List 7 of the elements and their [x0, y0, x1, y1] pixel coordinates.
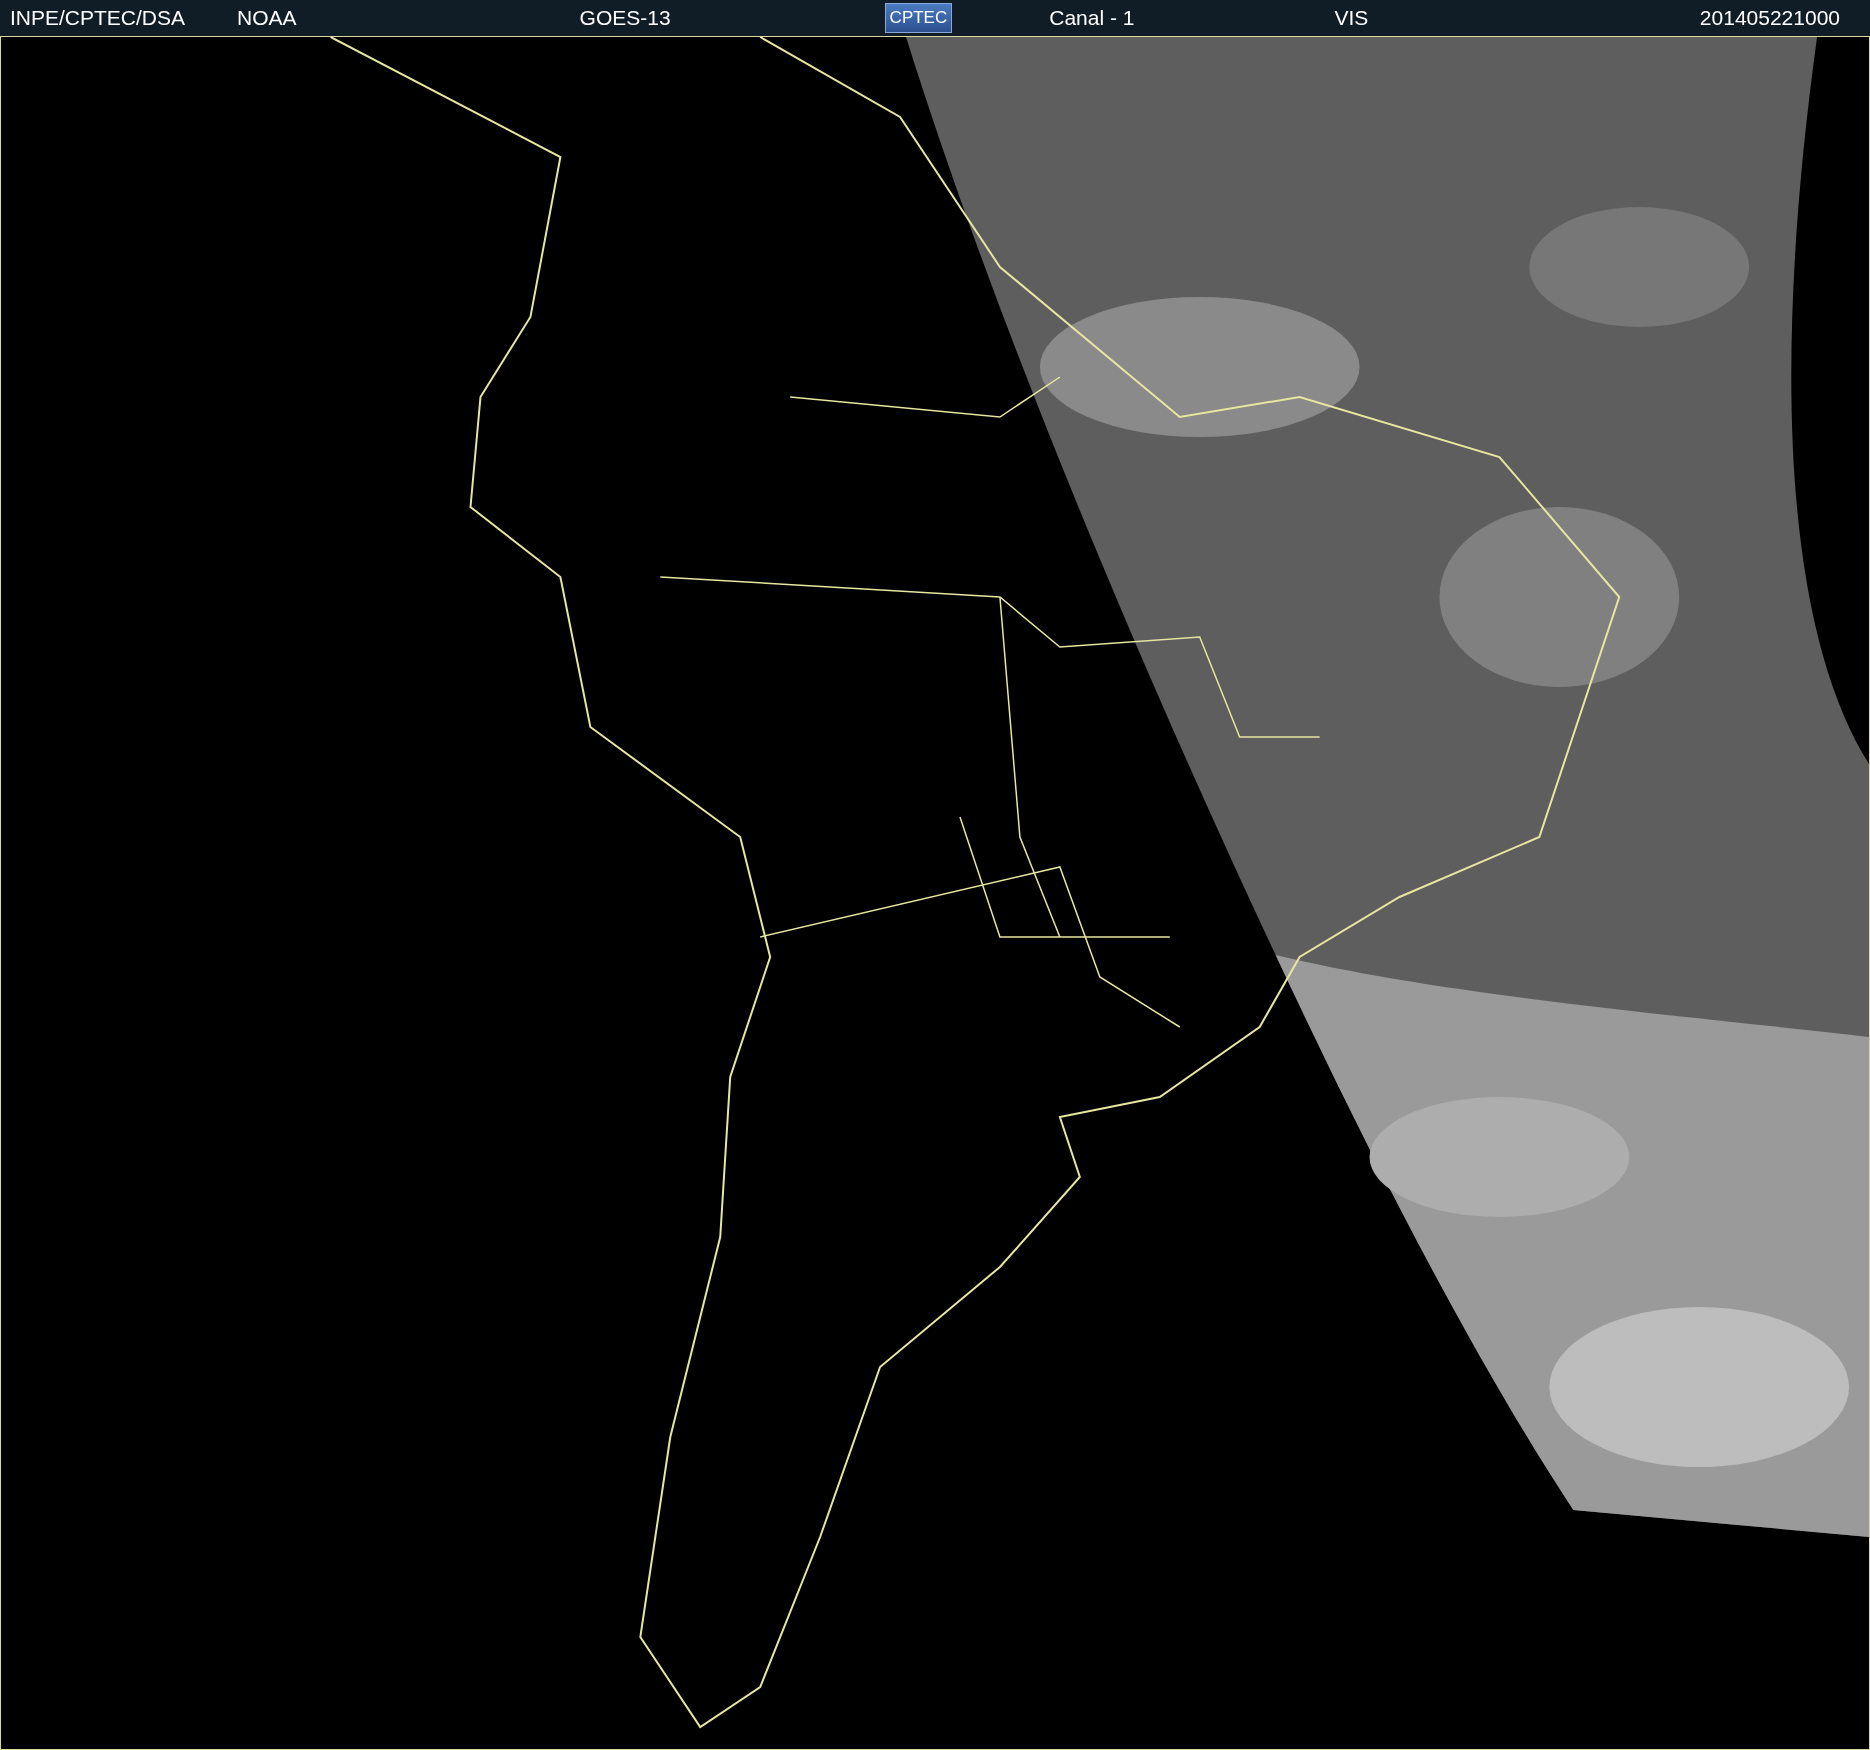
header-label: VIS [1334, 6, 1369, 30]
header-label: GOES-13 [579, 6, 671, 30]
header-label: 201405221000 [1699, 6, 1840, 30]
header-label: Canal - 1 [1049, 6, 1135, 30]
header-label: NOAA [237, 6, 297, 30]
header-label: INPE/CPTEC/DSA [10, 6, 186, 30]
logo: CPTEC [884, 3, 953, 33]
